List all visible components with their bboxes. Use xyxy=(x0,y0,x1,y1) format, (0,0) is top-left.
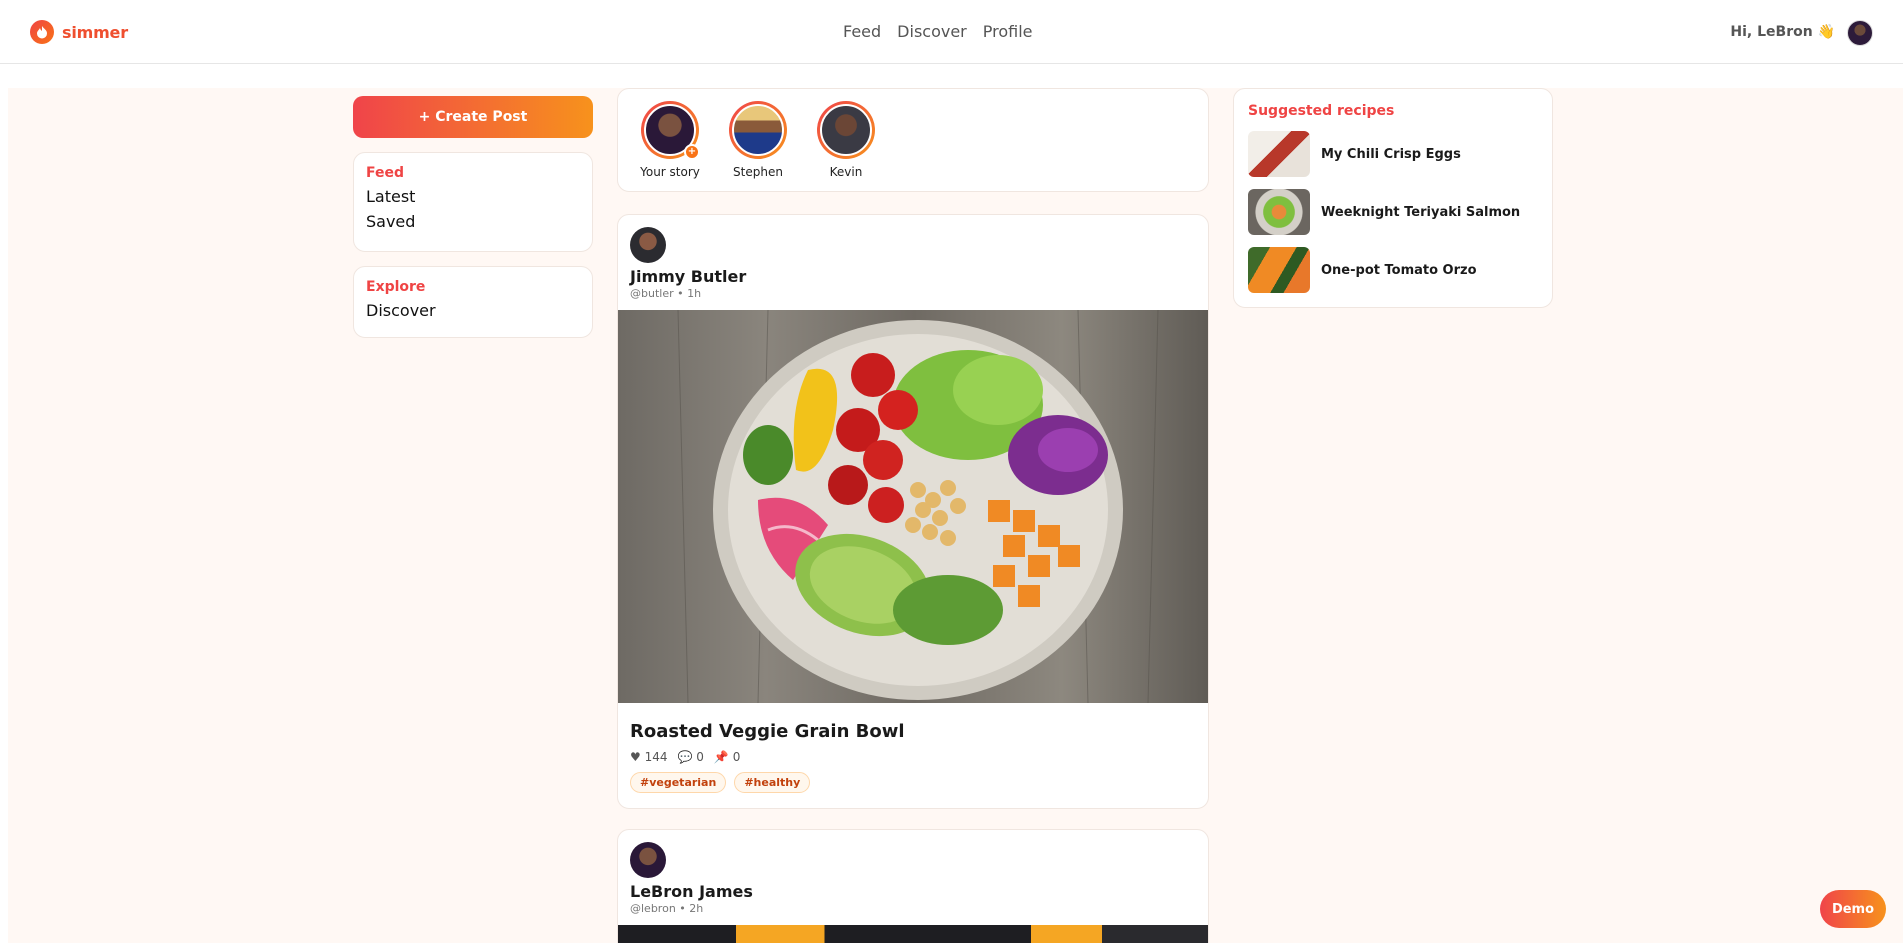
author-avatar[interactable] xyxy=(630,842,666,878)
post-tags: #vegetarian #healthy xyxy=(618,764,1208,805)
post-header: Jimmy Butler @butler • 1h xyxy=(618,215,1208,300)
menu-item-saved[interactable]: Saved xyxy=(366,212,580,231)
suggested-title: Suggested recipes xyxy=(1248,103,1395,119)
user-greeting: Hi, LeBron 👋 xyxy=(1730,24,1835,40)
story-label: Stephen xyxy=(733,165,783,179)
tag-chip[interactable]: #vegetarian xyxy=(630,772,727,793)
story-avatar: + xyxy=(641,101,700,160)
post-stats: ♥ 144 💬 0 📌 0 xyxy=(618,742,1208,764)
author-name[interactable]: Jimmy Butler xyxy=(630,267,1196,286)
save-button[interactable]: 📌 0 xyxy=(714,750,740,764)
brand-name: simmer xyxy=(62,22,128,42)
author-avatar[interactable] xyxy=(630,227,666,263)
like-button[interactable]: ♥ 144 xyxy=(630,750,668,764)
suggested-recipes: Suggested recipes My Chili Crisp Eggs We… xyxy=(1233,88,1553,308)
explore-section-title: Explore xyxy=(366,279,426,295)
story-your-story[interactable]: + Your story xyxy=(635,101,705,179)
menu-item-latest[interactable]: Latest xyxy=(366,187,580,206)
post-header: LeBron James @lebron • 2h xyxy=(618,830,1208,915)
comment-count: 0 xyxy=(696,750,704,764)
main-nav: Feed Discover Profile xyxy=(843,22,1033,41)
recipe-item[interactable]: Weeknight Teriyaki Salmon xyxy=(1248,183,1538,241)
recipe-name: My Chili Crisp Eggs xyxy=(1321,146,1461,162)
post-title[interactable]: Roasted Veggie Grain Bowl xyxy=(618,703,1208,742)
post-card: LeBron James @lebron • 2h xyxy=(617,829,1209,943)
demo-button[interactable]: Demo xyxy=(1820,890,1886,928)
nav-profile[interactable]: Profile xyxy=(983,22,1033,41)
recipe-thumbnail xyxy=(1248,189,1310,235)
menu-item-discover[interactable]: Discover xyxy=(366,301,580,320)
comment-icon: 💬 xyxy=(677,750,693,764)
post-card: Jimmy Butler @butler • 1h Roasted Veggie… xyxy=(617,214,1209,809)
recipe-name: Weeknight Teriyaki Salmon xyxy=(1321,204,1521,220)
post-meta: @lebron • 2h xyxy=(630,902,704,915)
top-navbar: simmer Feed Discover Profile Hi, LeBron … xyxy=(0,0,1903,64)
story-label: Your story xyxy=(640,165,700,179)
feed-section-title: Feed xyxy=(366,165,405,181)
stories-bar: + Your story Stephen Kevin xyxy=(617,88,1209,192)
recipe-item[interactable]: One-pot Tomato Orzo xyxy=(1248,241,1538,299)
story-avatar xyxy=(729,101,787,159)
tag-chip[interactable]: #healthy xyxy=(734,772,811,793)
recipe-thumbnail xyxy=(1248,131,1310,177)
flame-icon xyxy=(30,20,54,44)
add-story-icon[interactable]: + xyxy=(684,144,700,160)
story-label: Kevin xyxy=(829,165,863,179)
nav-feed[interactable]: Feed xyxy=(843,22,881,41)
author-name[interactable]: LeBron James xyxy=(630,882,1196,901)
nav-discover[interactable]: Discover xyxy=(897,22,967,41)
feed-menu: Feed Latest Saved xyxy=(353,152,593,252)
story-stephen[interactable]: Stephen xyxy=(723,101,793,179)
create-post-button[interactable]: + Create Post xyxy=(353,96,593,138)
recipe-item[interactable]: My Chili Crisp Eggs xyxy=(1248,125,1538,183)
comment-button[interactable]: 💬 0 xyxy=(678,750,704,764)
post-image[interactable] xyxy=(618,925,1208,943)
like-count: 144 xyxy=(644,750,668,764)
user-avatar[interactable] xyxy=(1847,20,1873,46)
story-avatar xyxy=(817,101,875,159)
save-count: 0 xyxy=(732,750,741,764)
explore-menu: Explore Discover xyxy=(353,266,593,338)
story-kevin[interactable]: Kevin xyxy=(811,101,881,179)
pin-icon: 📌 xyxy=(713,750,729,764)
post-meta: @butler • 1h xyxy=(630,287,702,300)
heart-icon: ♥ xyxy=(630,750,641,764)
post-image[interactable] xyxy=(618,310,1208,703)
brand-logo[interactable]: simmer xyxy=(30,20,128,44)
recipe-thumbnail xyxy=(1248,247,1310,293)
recipe-name: One-pot Tomato Orzo xyxy=(1321,262,1477,278)
